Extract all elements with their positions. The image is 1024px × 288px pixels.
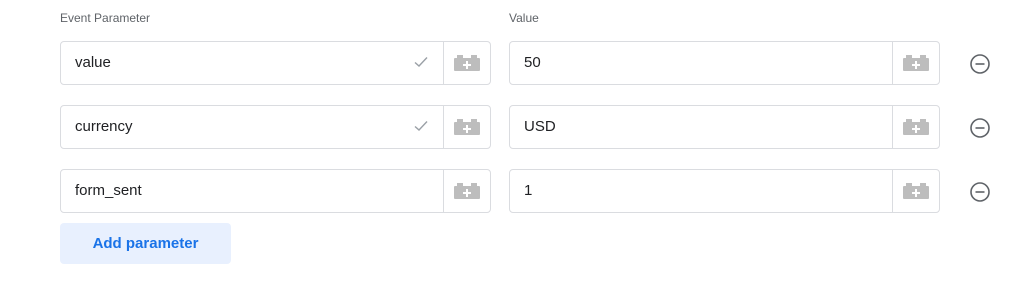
parameter-value: 1: [524, 182, 533, 199]
parameter-name-value: value: [75, 54, 111, 71]
variable-picker-icon[interactable]: [892, 170, 939, 212]
parameter-value-field[interactable]: 1: [509, 169, 940, 213]
parameter-value: 50: [524, 54, 541, 71]
variable-picker-icon[interactable]: [443, 106, 490, 148]
add-parameter-button[interactable]: Add parameter: [60, 223, 231, 264]
parameter-name-field[interactable]: currency: [60, 105, 491, 149]
variable-picker-icon[interactable]: [892, 106, 939, 148]
parameter-name-field[interactable]: value: [60, 41, 491, 85]
check-icon: [414, 119, 428, 133]
variable-picker-icon[interactable]: [892, 42, 939, 84]
remove-row-icon[interactable]: [969, 117, 991, 139]
remove-row-icon[interactable]: [969, 181, 991, 203]
col-header-parameter: Event Parameter: [60, 11, 151, 25]
parameter-name-value: form_sent: [75, 182, 142, 199]
parameter-name-field[interactable]: form_sent: [60, 169, 491, 213]
col-header-value: Value: [509, 11, 539, 25]
parameter-row: form_sent 1: [0, 169, 1024, 215]
parameter-row: currency USD: [0, 105, 1024, 151]
remove-row-icon[interactable]: [969, 53, 991, 75]
parameter-value-field[interactable]: 50: [509, 41, 940, 85]
parameter-row: value 50: [0, 41, 1024, 87]
variable-picker-icon[interactable]: [443, 170, 490, 212]
parameter-name-value: currency: [75, 118, 133, 135]
check-icon: [414, 55, 428, 69]
variable-picker-icon[interactable]: [443, 42, 490, 84]
parameter-value: USD: [524, 118, 556, 135]
parameter-value-field[interactable]: USD: [509, 105, 940, 149]
